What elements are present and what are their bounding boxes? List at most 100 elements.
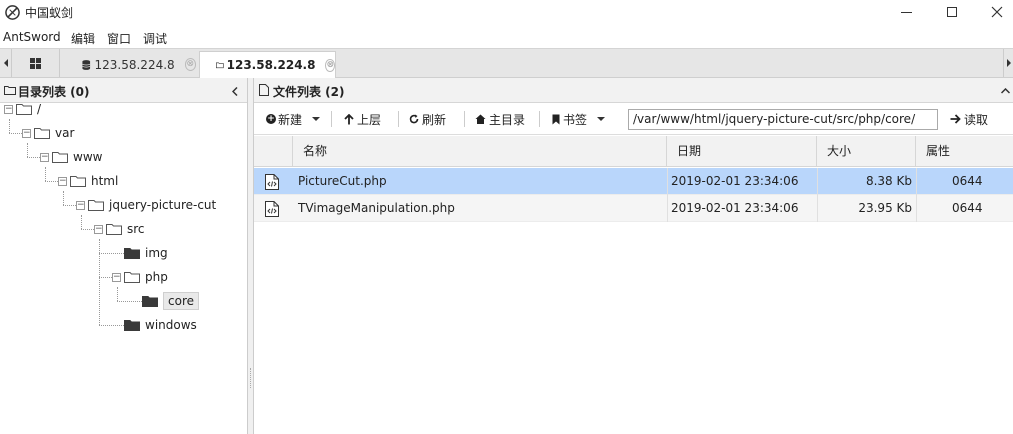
tree-collapse-icon[interactable]: − [58, 176, 67, 186]
title-bar: 中国蚁剑 [0, 0, 1013, 26]
tree-node[interactable]: − jquery-picture-cut [76, 195, 216, 215]
close-icon [991, 6, 1003, 18]
tree-connector [27, 157, 40, 158]
folder-open-icon [52, 152, 68, 163]
tab-database[interactable]: 123.58.224.8 ⊗ [78, 51, 196, 78]
file-toolbar: + 新建 上层 刷新 主目录 书签 /var/www/html/jquery-p… [254, 103, 1013, 135]
tab-home[interactable] [12, 49, 60, 77]
tab-close-icon[interactable]: ⊗ [325, 58, 335, 72]
column-permissions[interactable]: 属性 [916, 136, 1013, 167]
tab-label: 123.58.224.8 [94, 57, 175, 72]
tree-node[interactable]: − / [4, 99, 41, 119]
path-input[interactable]: /var/www/html/jquery-picture-cut/src/php… [628, 109, 938, 130]
tree-collapse-icon[interactable]: − [40, 152, 49, 162]
tab-file-manager[interactable]: 123.58.224.8 ⊗ [199, 51, 336, 78]
directory-panel-title: 目录列表 (0) [18, 85, 90, 99]
home-icon [475, 114, 486, 124]
folder-icon [4, 86, 16, 95]
tree-node[interactable]: − php [112, 267, 168, 287]
refresh-icon [409, 114, 419, 124]
minimize-button[interactable] [883, 0, 929, 24]
tree-collapse-icon[interactable]: − [22, 128, 31, 138]
maximize-button[interactable] [929, 0, 975, 24]
tree-connector [27, 143, 28, 157]
code-file-icon [265, 174, 279, 190]
tree-collapse-icon[interactable]: − [112, 272, 121, 282]
caret-left-icon [3, 59, 8, 67]
close-button[interactable] [974, 0, 1013, 24]
tree-connector [81, 229, 94, 230]
caret-down-icon [312, 117, 321, 121]
menu-edit[interactable]: 编辑 [71, 30, 95, 47]
folder-open-icon [16, 104, 32, 115]
menu-antsword[interactable]: AntSword [3, 30, 61, 44]
arrow-up-icon [344, 113, 354, 124]
plus-circle-icon: + [266, 114, 276, 124]
file-panel: 文件列表 (2) + 新建 上层 刷新 主目录 书签 /var/www/html… [254, 78, 1013, 434]
column-size[interactable]: 大小 [817, 136, 916, 167]
tree-node-label: windows [145, 318, 197, 332]
directory-panel: 目录列表 (0) − / − var − www − html − jquery-picture-… [0, 78, 248, 434]
tree-node[interactable]: − src [94, 219, 145, 239]
antsword-logo-icon [5, 5, 20, 20]
folder-icon [216, 62, 224, 69]
tree-node-label: core [163, 292, 199, 310]
file-size: 23.95 Kb [858, 201, 912, 215]
file-date: 2019-02-01 23:34:06 [671, 201, 799, 215]
tree-connector [63, 205, 76, 206]
tree-node[interactable]: − html [58, 171, 118, 191]
tree-connector [99, 239, 100, 325]
tab-label: 123.58.224.8 [226, 58, 316, 72]
tree-connector [99, 277, 112, 278]
tab-scroll-right-button[interactable] [1003, 49, 1013, 77]
tree-node-label: / [37, 102, 42, 116]
bookmark-button[interactable]: 书签 [552, 109, 606, 129]
tab-close-icon[interactable]: ⊗ [184, 58, 196, 71]
file-name: TVimageManipulation.php [298, 201, 455, 215]
folder-open-icon [88, 200, 104, 211]
tree-collapse-icon[interactable]: − [4, 104, 13, 114]
file-panel-title: 文件列表 (2) [273, 85, 345, 99]
file-row[interactable]: PictureCut.php 2019-02-01 23:34:06 8.38 Kb… [254, 168, 1013, 195]
collapse-panel-icon[interactable] [1001, 88, 1010, 94]
read-button[interactable]: 读取 [950, 109, 988, 129]
tree-node[interactable]: − var [22, 123, 74, 143]
new-button[interactable]: + 新建 [266, 109, 321, 129]
tree-node[interactable]: − www [40, 147, 102, 167]
code-file-icon [265, 201, 279, 217]
folder-open-icon [34, 128, 50, 139]
maximize-icon [947, 7, 957, 17]
file-icon [259, 84, 269, 96]
tree-connector [9, 133, 22, 134]
tree-connector [9, 119, 10, 133]
tree-connector [45, 181, 58, 182]
file-grid-header: 名称 日期 大小 属性 [254, 136, 1013, 167]
tab-scroll-left-button[interactable] [0, 49, 12, 77]
caret-right-icon [1006, 59, 1011, 67]
tree-node-label: html [91, 174, 119, 188]
file-row[interactable]: TVimageManipulation.php 2019-02-01 23:34:… [254, 195, 1013, 222]
tree-collapse-icon[interactable]: − [94, 224, 103, 234]
menu-window[interactable]: 窗口 [107, 30, 131, 47]
column-name[interactable]: 名称 [293, 136, 667, 167]
collapse-panel-icon[interactable] [232, 87, 238, 96]
tree-node-label: img [145, 246, 168, 260]
menu-debug[interactable]: 调试 [143, 30, 167, 47]
tree-connector [99, 325, 124, 326]
tree-connector [99, 253, 124, 254]
caret-down-icon [597, 117, 606, 121]
database-icon [82, 59, 91, 70]
minimize-icon [900, 11, 912, 13]
tree-connector [117, 301, 142, 302]
tree-collapse-icon[interactable]: − [76, 200, 85, 210]
file-permissions: 0644 [952, 201, 983, 215]
tree-node-label: var [55, 126, 75, 140]
folder-closed-icon [124, 320, 140, 331]
tree-node[interactable]: windows [112, 315, 197, 335]
refresh-button[interactable]: 刷新 [409, 109, 446, 129]
folder-closed-icon [124, 248, 140, 259]
up-level-button[interactable]: 上层 [344, 109, 381, 129]
file-date: 2019-02-01 23:34:06 [671, 174, 799, 188]
home-directory-button[interactable]: 主目录 [475, 109, 525, 129]
column-date[interactable]: 日期 [667, 136, 817, 167]
